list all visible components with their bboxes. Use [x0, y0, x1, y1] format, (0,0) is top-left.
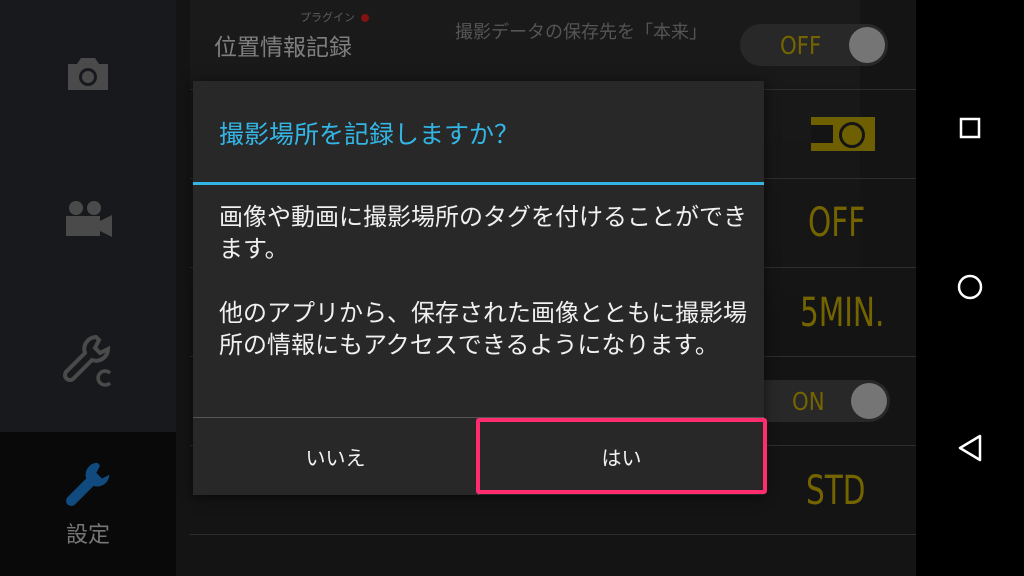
- nav-back-button[interactable]: [916, 418, 1024, 478]
- dialog-title: 撮影場所を記録しますか？: [219, 120, 520, 149]
- dialog-message: 画像や動画に撮影場所のタグを付けることができます。 他のアプリから、保存された画…: [219, 203, 747, 359]
- dialog-title-rule: [193, 182, 764, 185]
- yes-button[interactable]: はい: [479, 418, 764, 495]
- system-nav-bar: [916, 0, 1024, 576]
- nav-recents-button[interactable]: [916, 98, 1024, 158]
- recents-icon: [959, 117, 981, 139]
- no-button[interactable]: いいえ: [193, 418, 478, 495]
- location-dialog: 撮影場所を記録しますか？ 画像や動画に撮影場所のタグを付けることができます。 他…: [193, 81, 764, 495]
- back-icon: [958, 434, 982, 462]
- home-icon: [957, 274, 983, 300]
- nav-home-button[interactable]: [916, 257, 1024, 317]
